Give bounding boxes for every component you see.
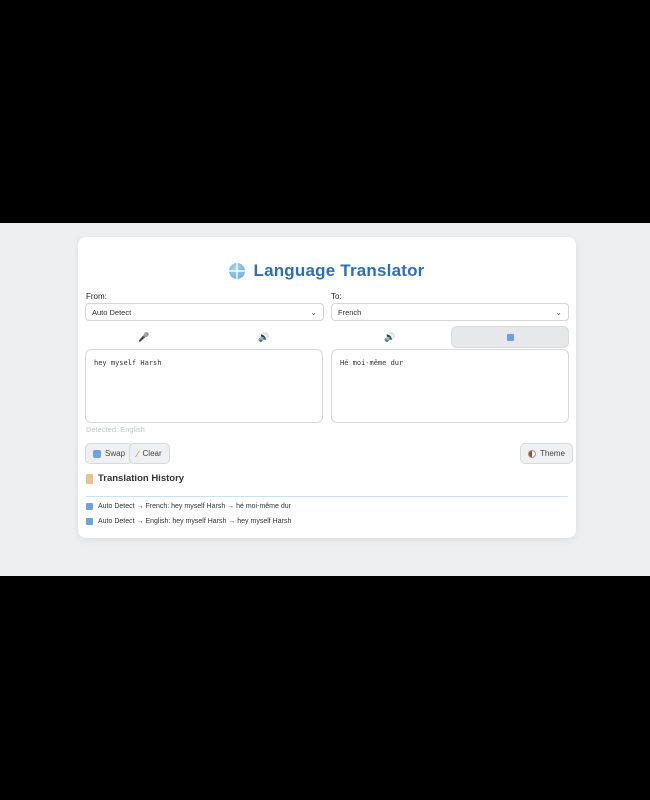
header: Language Translator [78, 259, 576, 283]
swap-label: Swap [105, 449, 126, 458]
theme-icon [528, 449, 536, 458]
history-item-icon [86, 518, 93, 525]
history-item-icon [86, 503, 93, 510]
swap-icon [93, 449, 101, 458]
to-language-select[interactable]: French ⌄ [331, 303, 569, 321]
chevron-down-icon: ⌄ [555, 308, 562, 317]
translator-card: Language Translator From: Auto Detect ⌄ … [78, 237, 576, 538]
clear-label: Clear [142, 449, 162, 458]
from-label: From: [86, 292, 107, 301]
clear-button[interactable]: ∕ Clear [129, 443, 170, 464]
history-title: Translation History [98, 473, 185, 484]
history-item[interactable]: Auto Detect → English: hey myself Harsh … [86, 518, 291, 525]
speaker-icon: 🔊 [258, 331, 270, 342]
history-item-text: Auto Detect → English: hey myself Harsh … [98, 518, 292, 525]
listen-source-button[interactable]: 🔊 [205, 326, 323, 348]
speaker-icon: 🔊 [384, 331, 396, 342]
history-item[interactable]: Auto Detect → French: hey myself Harsh →… [86, 503, 291, 510]
history-heading: Translation History [86, 473, 184, 484]
to-label: To: [331, 292, 342, 301]
from-language-value: Auto Detect [92, 307, 132, 317]
swap-button[interactable]: Swap [85, 443, 134, 464]
theme-button[interactable]: Theme [520, 443, 573, 464]
copy-button[interactable] [451, 326, 569, 348]
history-item-text: Auto Detect → French: hey myself Harsh →… [98, 503, 291, 510]
app-viewport: Language Translator From: Auto Detect ⌄ … [0, 223, 650, 576]
source-textarea[interactable]: hey myself Harsh [85, 349, 323, 423]
copy-icon [506, 333, 514, 341]
broom-icon: ∕ [137, 448, 139, 459]
mic-icon: 🎤 [138, 331, 150, 342]
mic-button[interactable]: 🎤 [85, 326, 203, 348]
target-textarea[interactable]: Hé moi-même dur [331, 349, 569, 423]
listen-target-button[interactable]: 🔊 [331, 326, 449, 348]
detected-language: Detected: English [86, 425, 145, 434]
globe-icon [229, 263, 246, 279]
divider [86, 496, 568, 497]
theme-label: Theme [540, 449, 565, 458]
from-language-select[interactable]: Auto Detect ⌄ [85, 303, 324, 321]
chevron-down-icon: ⌄ [310, 308, 317, 317]
scroll-icon [86, 473, 93, 484]
page-title: Language Translator [253, 261, 425, 280]
to-language-value: French [338, 307, 362, 317]
